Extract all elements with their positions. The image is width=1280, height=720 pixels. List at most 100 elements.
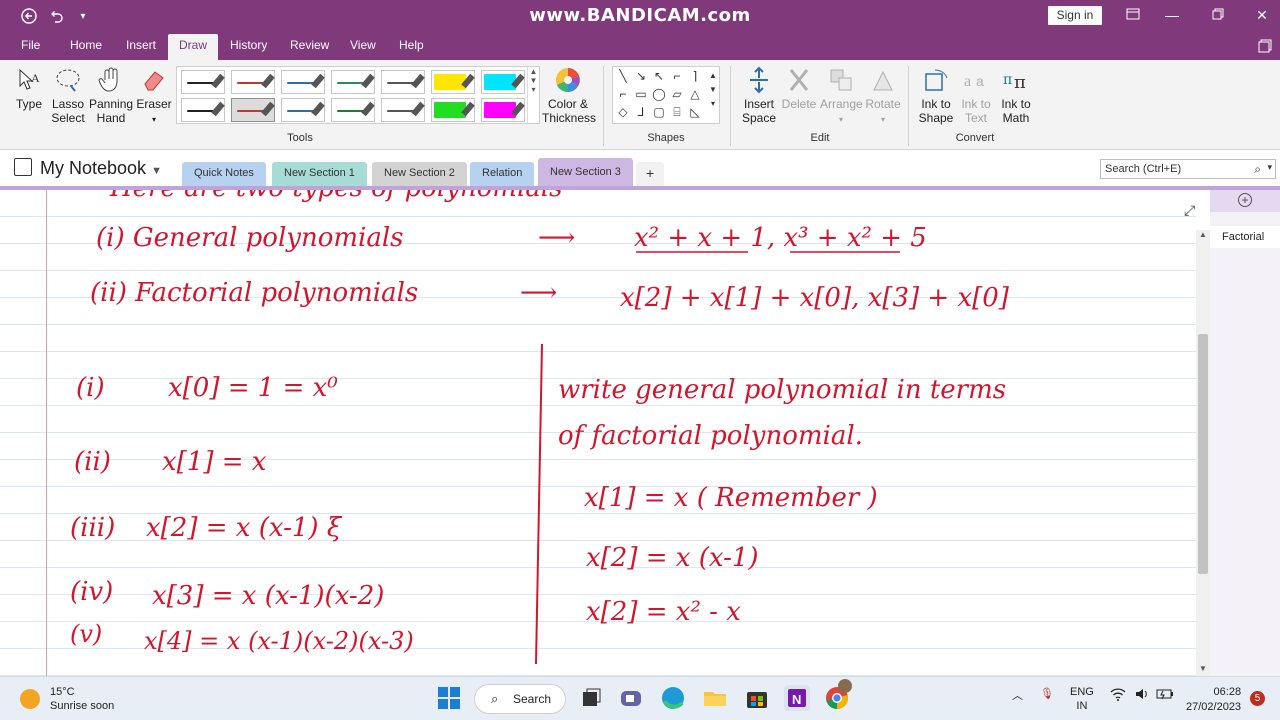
pen-swatch[interactable] (381, 98, 425, 122)
pen-swatch[interactable] (481, 70, 525, 94)
page-canvas[interactable]: ⤢ Here are two types of polynomials (i) … (0, 186, 1210, 676)
eraser-button[interactable]: Eraser ▾ (136, 66, 172, 127)
cylinder-shape-icon[interactable]: ⌸ (670, 105, 684, 119)
parallelogram-shape-icon[interactable]: ▱ (670, 87, 684, 101)
tab-insert[interactable]: Insert (126, 38, 156, 52)
ink-to-math-label-2: Math (1002, 111, 1030, 125)
microphone-icon[interactable]: 🎙︎ (1040, 687, 1054, 700)
lasso-select-button[interactable]: Lasso Select (50, 66, 86, 125)
type-button[interactable]: A Type (12, 66, 46, 111)
taskbar-search-button[interactable]: ⌕ Search (474, 684, 566, 714)
store-icon[interactable] (744, 685, 770, 711)
ink-to-math-button[interactable]: ππ Ink to Math (996, 66, 1036, 125)
volume-icon[interactable] (1134, 687, 1150, 704)
tab-help[interactable]: Help (399, 38, 424, 52)
pen-tip-icon (361, 73, 375, 89)
pen-swatch[interactable] (181, 98, 225, 122)
ink-to-text-button[interactable]: aa Ink to Text (956, 66, 996, 125)
pen-swatch[interactable] (281, 70, 325, 94)
pen-swatch[interactable] (181, 70, 225, 94)
sign-in-button[interactable]: Sign in (1048, 6, 1102, 25)
language-indicator[interactable]: ENG IN (1070, 685, 1094, 713)
axis-shape-icon[interactable]: ⌐ (670, 69, 684, 83)
lasso-label-2: Select (51, 111, 85, 125)
pen-swatch[interactable] (431, 98, 475, 122)
search-input[interactable]: Search (Ctrl+E) ⌕ ▾ (1100, 159, 1276, 179)
section-tab-new-section-3[interactable]: New Section 3 (538, 158, 633, 186)
system-clock[interactable]: 06:28 27/02/2023 (1186, 685, 1241, 715)
pyramid-shape-icon[interactable]: ◺ (688, 105, 702, 119)
cube-shape-icon[interactable]: ▢ (652, 105, 666, 119)
tab-home[interactable]: Home (70, 38, 102, 52)
pen-swatch[interactable] (331, 70, 375, 94)
pen-swatch[interactable] (481, 98, 525, 122)
insert-space-button[interactable]: Insert Space (740, 66, 778, 125)
pen-swatch[interactable] (381, 70, 425, 94)
scroll-down-icon[interactable]: ▼ (1196, 664, 1210, 676)
pen-swatch[interactable] (331, 98, 375, 122)
line-shape-icon[interactable]: ╲ (616, 69, 630, 83)
rectangle-shape-icon[interactable]: ▭ (634, 87, 648, 101)
tab-view[interactable]: View (350, 38, 376, 52)
notification-badge[interactable]: 5 (1250, 691, 1265, 706)
edge-browser-icon[interactable] (660, 685, 686, 711)
scrollbar-thumb[interactable] (1198, 334, 1208, 574)
bracket-shape-icon[interactable]: ⌐ (616, 87, 630, 101)
show-hidden-icons-icon[interactable]: ︿ (1012, 687, 1023, 703)
weather-status: Sunrise soon (50, 700, 115, 712)
search-icon: ⌕ (491, 691, 499, 706)
section-tab-relation[interactable]: Relation (470, 162, 535, 186)
restore-icon[interactable] (1206, 5, 1230, 25)
color-thickness-button[interactable]: Color & Thickness (542, 66, 596, 125)
pen-swatch[interactable] (231, 70, 275, 94)
section-tab-new-section-1[interactable]: New Section 1 (272, 162, 367, 186)
pen-swatch[interactable] (431, 70, 475, 94)
arrange-button[interactable]: Arrange ▾ (820, 66, 863, 127)
tab-draw[interactable]: Draw (168, 34, 219, 60)
windows-start-icon[interactable] (436, 685, 462, 711)
tab-history[interactable]: History (230, 38, 267, 52)
triangle-shape-icon[interactable]: △ (688, 87, 702, 101)
arrange-label: Arrange (820, 97, 863, 111)
axis2-shape-icon[interactable]: ⌉ (688, 69, 702, 83)
section-tab-quick-notes[interactable]: Quick Notes (182, 162, 266, 186)
diamond-shape-icon[interactable]: ◇ (616, 105, 630, 119)
rotate-button[interactable]: Rotate ▾ (864, 66, 902, 127)
pen-swatch[interactable] (231, 98, 275, 122)
pen-swatch[interactable] (281, 98, 325, 122)
minimize-icon[interactable]: — (1160, 5, 1184, 25)
page-scrollbar[interactable]: ▲ ▼ (1196, 230, 1210, 676)
tab-review[interactable]: Review (290, 38, 329, 52)
battery-icon[interactable] (1156, 687, 1174, 704)
task-view-icon[interactable] (578, 685, 604, 711)
3d-axis-shape-icon[interactable]: ⅃ (634, 105, 648, 119)
tab-file[interactable]: File (21, 38, 40, 52)
ribbon-display-options-icon[interactable] (1121, 5, 1145, 25)
add-page-button[interactable]: + (1210, 190, 1280, 212)
shapes-scroll-icon[interactable]: ▲ ▼ ▾ (706, 69, 720, 108)
ink-left-expr-2: x[1] = x (162, 447, 267, 477)
panning-hand-button[interactable]: Panning Hand (89, 66, 133, 125)
ink-to-shape-button[interactable]: Ink to Shape (916, 66, 956, 125)
onenote-app-icon[interactable]: N (784, 685, 810, 711)
close-icon[interactable]: ✕ (1250, 5, 1274, 25)
notebook-selector[interactable]: My Notebook ▼ (14, 158, 162, 179)
file-explorer-icon[interactable] (702, 685, 728, 711)
page-item-factorial[interactable]: Factorial (1210, 226, 1280, 248)
arrow-shape-icon[interactable]: ↘ (634, 69, 648, 83)
teams-chat-icon[interactable] (618, 685, 644, 711)
menu-bar: File Home Insert Draw History Review Vie… (0, 32, 1280, 60)
double-arrow-shape-icon[interactable]: ↖ (652, 69, 666, 83)
wifi-icon[interactable] (1110, 687, 1126, 704)
handwritten-ink: Here are two types of polynomials (i) Ge… (70, 190, 1010, 665)
section-tab-new-section-2[interactable]: New Section 2 (372, 162, 467, 186)
notebook-list-icon[interactable] (1258, 39, 1272, 56)
add-section-button[interactable]: + (636, 162, 665, 186)
pen-gallery-scrollbar[interactable]: ▲ ▼ ▾ (527, 67, 539, 123)
scroll-up-icon[interactable]: ▲ (1196, 230, 1210, 242)
eraser-dropdown-icon[interactable]: ▾ (152, 115, 156, 124)
svg-text:π: π (1014, 72, 1026, 93)
delete-button[interactable]: Delete (780, 66, 818, 111)
ellipse-shape-icon[interactable]: ◯ (652, 87, 666, 101)
search-scope-dropdown-icon[interactable]: ▾ (1267, 162, 1272, 173)
